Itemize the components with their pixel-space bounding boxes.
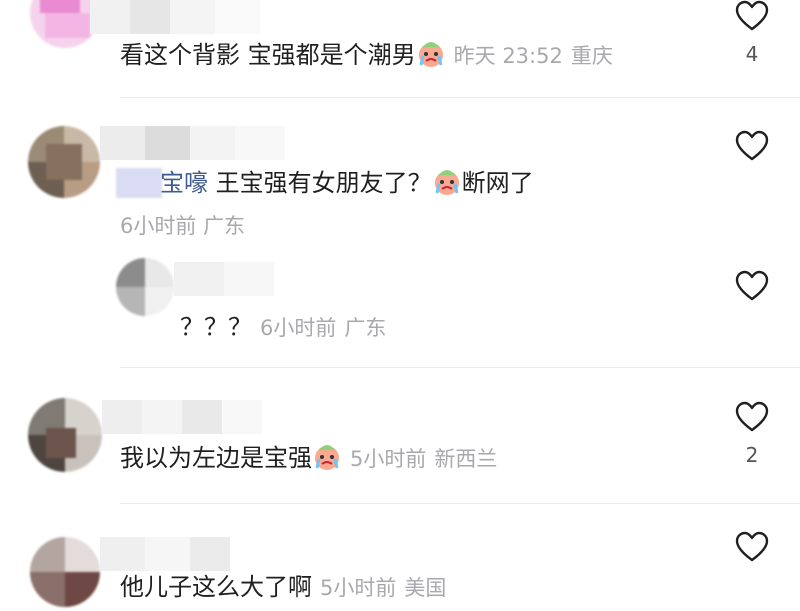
comment-text: ？？？ 6小时前 广东 xyxy=(180,312,386,343)
divider xyxy=(120,367,800,368)
username-blurred[interactable] xyxy=(174,262,274,296)
username-blurred[interactable] xyxy=(90,0,260,34)
heart-outline-icon[interactable] xyxy=(735,401,769,433)
comment-location: 重庆 xyxy=(570,44,613,68)
avatar[interactable] xyxy=(116,258,174,316)
comment-body: ？？？ xyxy=(180,313,252,341)
reply-mention[interactable]: 宝嚎 xyxy=(160,169,208,197)
comment-location: 美国 xyxy=(404,576,447,600)
crying-face-emoji xyxy=(315,445,339,470)
comment-meta: 6小时前 广东 xyxy=(120,213,245,239)
comment-time: 5小时前 xyxy=(350,447,427,471)
like-count: 4 xyxy=(745,42,759,66)
comment-body: 他儿子这么大了啊 xyxy=(120,573,312,601)
comment-time: 昨天 23:52 xyxy=(453,44,563,68)
like-count: 2 xyxy=(745,443,759,467)
divider xyxy=(120,97,800,98)
mention-blurred xyxy=(116,168,162,198)
heart-outline-icon[interactable] xyxy=(735,531,769,563)
crying-face-emoji xyxy=(418,42,443,67)
comment-body-suffix: 断网了 xyxy=(461,169,534,197)
heart-outline-icon[interactable] xyxy=(735,270,769,302)
comment-location: 广东 xyxy=(203,214,246,238)
comment-body: 看这个背影 宝强都是个潮男 xyxy=(120,41,416,69)
crying-face-emoji xyxy=(434,170,459,195)
comment-body: 我以为左边是宝强 xyxy=(120,444,312,472)
comment-text: 他儿子这么大了啊 5小时前 美国 xyxy=(120,572,446,603)
avatar[interactable] xyxy=(30,537,100,607)
comment-text: 看这个背影 宝强都是个潮男 昨天 23:52 重庆 xyxy=(120,39,613,71)
avatar[interactable] xyxy=(28,398,102,472)
divider xyxy=(120,503,800,504)
comment-time: 5小时前 xyxy=(320,576,397,600)
avatar[interactable] xyxy=(28,126,100,198)
username-blurred[interactable] xyxy=(102,400,262,434)
heart-outline-icon[interactable] xyxy=(735,130,769,162)
comment-time: 6小时前 xyxy=(120,214,197,238)
comment-body: 王宝强有女朋友了？ xyxy=(215,169,432,197)
username-blurred[interactable] xyxy=(100,126,285,160)
comment-time: 6小时前 xyxy=(260,316,337,340)
comment-location: 新西兰 xyxy=(434,447,498,471)
username-blurred[interactable] xyxy=(100,537,230,571)
comment-text: 我以为左边是宝强 5小时前 新西兰 xyxy=(120,442,497,474)
comment-text: 宝嚎 王宝强有女朋友了？ 断网了 xyxy=(160,167,534,198)
heart-outline-icon[interactable] xyxy=(735,0,769,32)
comment-location: 广东 xyxy=(344,316,387,340)
